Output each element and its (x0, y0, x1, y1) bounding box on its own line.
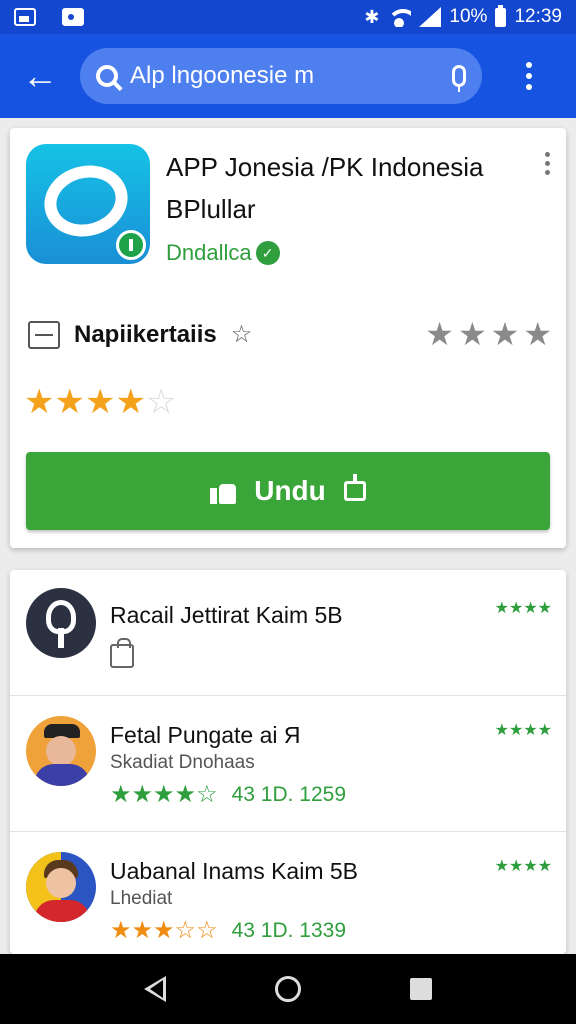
star-empty-icon: ☆ (145, 383, 177, 421)
nav-recents-icon[interactable] (409, 978, 432, 1000)
mini-rating: ★ ★ ★ ★ (494, 722, 552, 739)
avatar (26, 852, 96, 922)
star-icon: ★ (84, 383, 116, 421)
list-item-rating: ★★★☆☆ 43 1D. 1339 (110, 916, 346, 945)
avatar (26, 588, 96, 658)
star-icon: ★ (131, 917, 154, 944)
download-icon (343, 474, 366, 501)
star-half-icon: ☆ (196, 781, 218, 808)
rate-star-icon[interactable]: ★ (425, 316, 454, 352)
thumb-icon (210, 478, 237, 504)
nav-home-icon[interactable] (274, 976, 301, 1002)
list-item-meta: 43 1D. 1259 (231, 782, 347, 806)
signal-icon (419, 7, 442, 27)
card-menu-icon[interactable] (545, 152, 550, 175)
list-item-subtitle: Lhediat (110, 888, 173, 909)
overflow-menu-icon[interactable] (482, 62, 576, 90)
star-half-icon: ☆ (174, 917, 197, 944)
star-icon: ★ (54, 383, 85, 421)
mini-rating: ★ ★ ★ ★ (494, 600, 552, 617)
list-item-title: Uabanal Inams Kaim 5B (110, 858, 359, 884)
verified-icon: ✓ (255, 241, 280, 265)
battery-icon (495, 4, 507, 27)
bag-icon (110, 638, 134, 668)
star-icon: ★ (110, 917, 132, 944)
star-icon: ★ (115, 383, 146, 421)
category-row: Napiikertaiis ☆ (28, 320, 252, 349)
mini-rating: ★ ★ ★ ★ (494, 858, 552, 875)
list-item-rating: ★★★★☆ 43 1D. 1259 (110, 780, 346, 809)
avatar (26, 716, 96, 786)
developer-name[interactable]: Dndallca (166, 240, 252, 266)
list-item-meta: 43 1D. 1339 (231, 918, 347, 942)
list-item-title: Fetal Pungate ai Я (110, 722, 301, 748)
list-item-title: Racail Jettirat Kaim 5B (110, 602, 343, 628)
install-label: Undu (254, 475, 326, 506)
search-input[interactable]: Alp lngoonesie m (130, 62, 452, 90)
install-button[interactable]: Undu (26, 452, 550, 530)
star-icon: ★ (24, 383, 55, 421)
star-icon: ★ (131, 781, 154, 808)
star-icon: ★ (153, 781, 175, 808)
rate-star-icon[interactable]: ★ (458, 316, 487, 352)
app-rating: ★ ★ ★ ★ ☆ (24, 382, 176, 422)
search-bar[interactable]: Alp lngoonesie m (80, 48, 482, 104)
list-item-subtitle: Skadiat Dnohaas (110, 752, 255, 773)
navigation-bar (0, 954, 576, 1024)
list-item[interactable]: Uabanal Inams Kaim 5B Lhediat ★★★☆☆ 43 1… (10, 832, 566, 954)
list-item[interactable]: Racail Jettirat Kaim 5B ★ ★ ★ ★ (10, 570, 566, 696)
mic-icon[interactable] (452, 65, 466, 92)
app-logo (26, 144, 150, 264)
back-arrow-icon[interactable]: ← (0, 34, 80, 118)
search-icon (96, 65, 118, 87)
category-icon (28, 320, 60, 349)
star-icon: ★ (110, 781, 132, 808)
app-title: APP Jonesia /PK Indonesia BPlullar (166, 152, 484, 224)
bluetooth-icon: ✱ (364, 6, 380, 27)
badge-icon (116, 230, 146, 260)
battery-percent: 10% (449, 6, 488, 27)
wifi-icon (387, 7, 412, 27)
app-detail-card: APP Jonesia /PK Indonesia BPlullar Dndal… (10, 128, 566, 548)
image-icon (14, 8, 36, 26)
app-bar: ← Alp lngoonesie m (0, 34, 576, 118)
nav-back-icon[interactable] (144, 976, 167, 1002)
star-icon: ★ (153, 917, 175, 944)
star-outline-icon[interactable]: ☆ (231, 320, 253, 349)
status-bar: ✱ 10% 12:39 (0, 0, 576, 34)
star-icon: ★ (174, 781, 197, 808)
rate-star-icon[interactable]: ★ (491, 316, 520, 352)
related-list: Racail Jettirat Kaim 5B ★ ★ ★ ★ Fetal Punga… (10, 570, 566, 954)
category-label: Napiikertaiis (74, 320, 217, 348)
rate-star-icon[interactable]: ★ (523, 316, 552, 352)
rate-stars[interactable]: ★ ★ ★ ★ (425, 316, 552, 352)
list-item[interactable]: Fetal Pungate ai Я Skadiat Dnohaas ★★★★☆… (10, 696, 566, 832)
star-empty-icon: ☆ (196, 917, 218, 944)
picture-icon (62, 8, 84, 26)
developer-link[interactable]: Dndallca ✓ (166, 240, 280, 266)
clock: 12:39 (514, 6, 562, 27)
